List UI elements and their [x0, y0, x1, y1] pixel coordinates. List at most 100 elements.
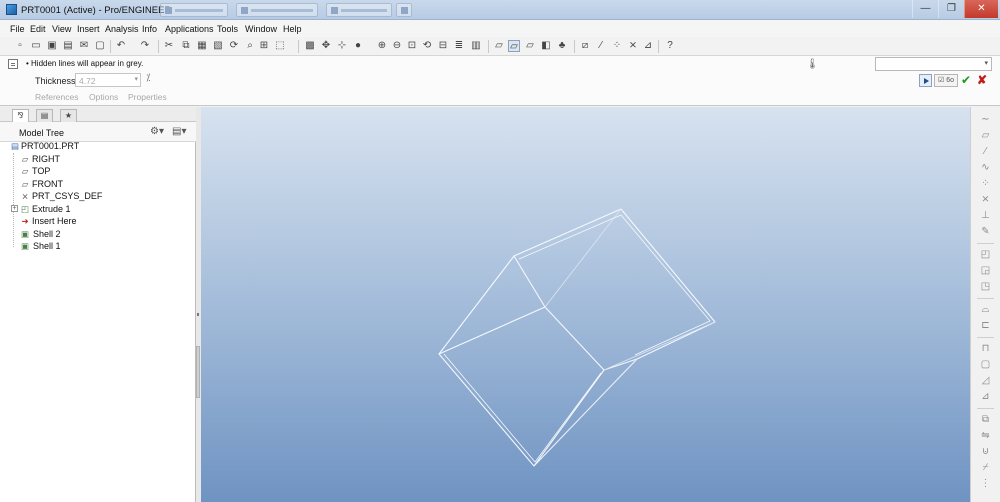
paste-special-icon[interactable]: ▧: [212, 40, 224, 52]
analysis-icon[interactable]: ⊥: [979, 209, 992, 222]
background-window-tab-4[interactable]: [396, 3, 412, 17]
wireframe-icon[interactable]: ▱: [493, 40, 505, 52]
datum-axes-icon[interactable]: ⁄: [595, 40, 607, 52]
no-hidden-icon[interactable]: ▱: [524, 40, 536, 52]
tree-settings-icon[interactable]: ⚙▾: [150, 126, 164, 137]
model-tree-icon[interactable]: ♣: [556, 40, 568, 52]
menu-window[interactable]: Window: [245, 24, 277, 34]
tree-item-insert-here[interactable]: ➜ Insert Here: [0, 215, 192, 227]
revolve-tool-icon[interactable]: ◲: [979, 264, 992, 277]
hole-icon[interactable]: ⊓: [979, 342, 992, 355]
copy-to-icon[interactable]: ▢: [94, 40, 106, 52]
message-log-icon[interactable]: [8, 59, 18, 69]
menu-info[interactable]: Info: [142, 24, 157, 34]
model-display-icon[interactable]: ▥: [470, 40, 482, 52]
preview-button[interactable]: ☑ 6o: [934, 74, 958, 87]
rib-icon[interactable]: ◿: [979, 374, 992, 387]
merge-icon[interactable]: ⊍: [979, 445, 992, 458]
new-icon[interactable]: ▫: [14, 40, 26, 52]
layers-icon[interactable]: ≣: [453, 40, 465, 52]
pause-resume-button[interactable]: [919, 74, 932, 87]
find-icon[interactable]: ⌕: [244, 40, 256, 52]
spin-center-icon[interactable]: ✥: [320, 40, 332, 52]
orient-icon[interactable]: ⊹: [336, 40, 348, 52]
style-icon[interactable]: ⊏: [979, 319, 992, 332]
regenerate-icon[interactable]: ⟳: [228, 40, 240, 52]
curve-icon[interactable]: ∿: [979, 161, 992, 174]
refit-icon[interactable]: ⊡: [406, 40, 418, 52]
tree-item-front[interactable]: ▱ FRONT: [0, 178, 192, 190]
menu-view[interactable]: View: [52, 24, 71, 34]
background-window-tab-2[interactable]: [236, 3, 318, 17]
tab-references[interactable]: References: [35, 92, 78, 102]
mirror-icon[interactable]: ⇋: [979, 429, 992, 442]
saved-views-icon[interactable]: ⊟: [437, 40, 449, 52]
undo-icon[interactable]: ↶: [115, 40, 127, 52]
zoom-out-icon[interactable]: ⊖: [391, 40, 403, 52]
tree-item-shell-2[interactable]: ▣ Shell 2: [0, 228, 192, 240]
plane-icon[interactable]: ▱: [979, 129, 992, 142]
tab-model-tree[interactable]: ⅋: [12, 109, 29, 122]
tab-folder-browser[interactable]: ▤: [36, 109, 53, 122]
print-icon[interactable]: ▤: [62, 40, 74, 52]
background-window-tab-1[interactable]: [160, 3, 228, 17]
sketch-icon[interactable]: ∼: [979, 113, 992, 126]
select-box-icon[interactable]: ⊞: [258, 40, 270, 52]
email-icon[interactable]: ✉: [78, 40, 90, 52]
reorient-icon[interactable]: ⟲: [421, 40, 433, 52]
open-icon[interactable]: ▭: [30, 40, 42, 52]
menu-help[interactable]: Help: [283, 24, 302, 34]
menu-file[interactable]: File: [10, 24, 25, 34]
extrude-tool-icon[interactable]: ◰: [979, 248, 992, 261]
tab-options[interactable]: Options: [89, 92, 118, 102]
tab-properties[interactable]: Properties: [128, 92, 167, 102]
sash-handle[interactable]: [196, 346, 200, 398]
csys-icon[interactable]: ⨯: [979, 193, 992, 206]
maximize-button[interactable]: ❐: [938, 0, 964, 18]
boundary-blend-icon[interactable]: ⌓: [979, 303, 992, 316]
background-window-tab-3[interactable]: [326, 3, 392, 17]
menu-edit[interactable]: Edit: [30, 24, 46, 34]
tree-item-prt0001[interactable]: ▤ PRT0001.PRT: [0, 140, 192, 152]
tree-show-icon[interactable]: ▤▾: [172, 126, 186, 137]
cut-icon[interactable]: ✂: [163, 40, 175, 52]
graphics-viewport[interactable]: [201, 107, 970, 502]
select-box-dropdown-icon[interactable]: ⬚: [274, 40, 286, 52]
tab-favorites[interactable]: ★: [60, 109, 77, 122]
point-icon[interactable]: ⁘: [979, 177, 992, 190]
annotation-icon[interactable]: ⊿: [642, 40, 654, 52]
coord-sys-icon[interactable]: ⨯: [627, 40, 639, 52]
expand-plus-icon[interactable]: +: [11, 205, 18, 212]
menu-tools[interactable]: Tools: [217, 24, 238, 34]
cancel-x-button[interactable]: ✘: [977, 74, 987, 87]
tree-item-right[interactable]: ▱ RIGHT: [0, 153, 192, 165]
tree-item-top[interactable]: ▱ TOP: [0, 165, 192, 177]
shading-icon[interactable]: ●: [352, 40, 364, 52]
tree-item-extrude-1[interactable]: + ◰ Extrude 1: [0, 203, 192, 215]
draft-icon[interactable]: ⊿: [979, 390, 992, 403]
menu-applications[interactable]: Applications: [165, 24, 214, 34]
pin-icon[interactable]: 🌡: [806, 59, 819, 70]
chevron-down-icon[interactable]: ▾: [134, 75, 138, 83]
axis-icon[interactable]: ⁄: [979, 145, 992, 158]
flip-thickness-icon[interactable]: ⁒: [146, 73, 151, 84]
shaded-icon[interactable]: ◧: [540, 40, 552, 52]
hidden-line-icon[interactable]: ▱: [508, 40, 520, 52]
tree-item-shell-1[interactable]: ▣ Shell 1: [0, 240, 192, 252]
trim-icon[interactable]: ⌿: [979, 461, 992, 474]
close-button[interactable]: ✕: [964, 0, 998, 18]
menu-insert[interactable]: Insert: [77, 24, 100, 34]
pattern-icon[interactable]: ⋮: [979, 477, 992, 490]
tree-item-csys[interactable]: ⨯ PRT_CSYS_DEF: [0, 190, 192, 202]
shell-tool-icon[interactable]: ▢: [979, 358, 992, 371]
save-icon[interactable]: ▣: [46, 40, 58, 52]
minimize-button[interactable]: —: [912, 0, 938, 18]
variable-section-sweep-icon[interactable]: ◳: [979, 280, 992, 293]
repaint-icon[interactable]: ▩: [304, 40, 316, 52]
thickness-input[interactable]: 4.72 ▾: [75, 73, 141, 87]
copy-feature-icon[interactable]: ⧉: [979, 413, 992, 426]
whats-this-icon[interactable]: ?: [664, 40, 676, 52]
datum-planes-icon[interactable]: ⧄: [579, 40, 591, 52]
copy-icon[interactable]: ⧉: [180, 40, 192, 52]
filter-combo[interactable]: ▾: [875, 57, 992, 71]
